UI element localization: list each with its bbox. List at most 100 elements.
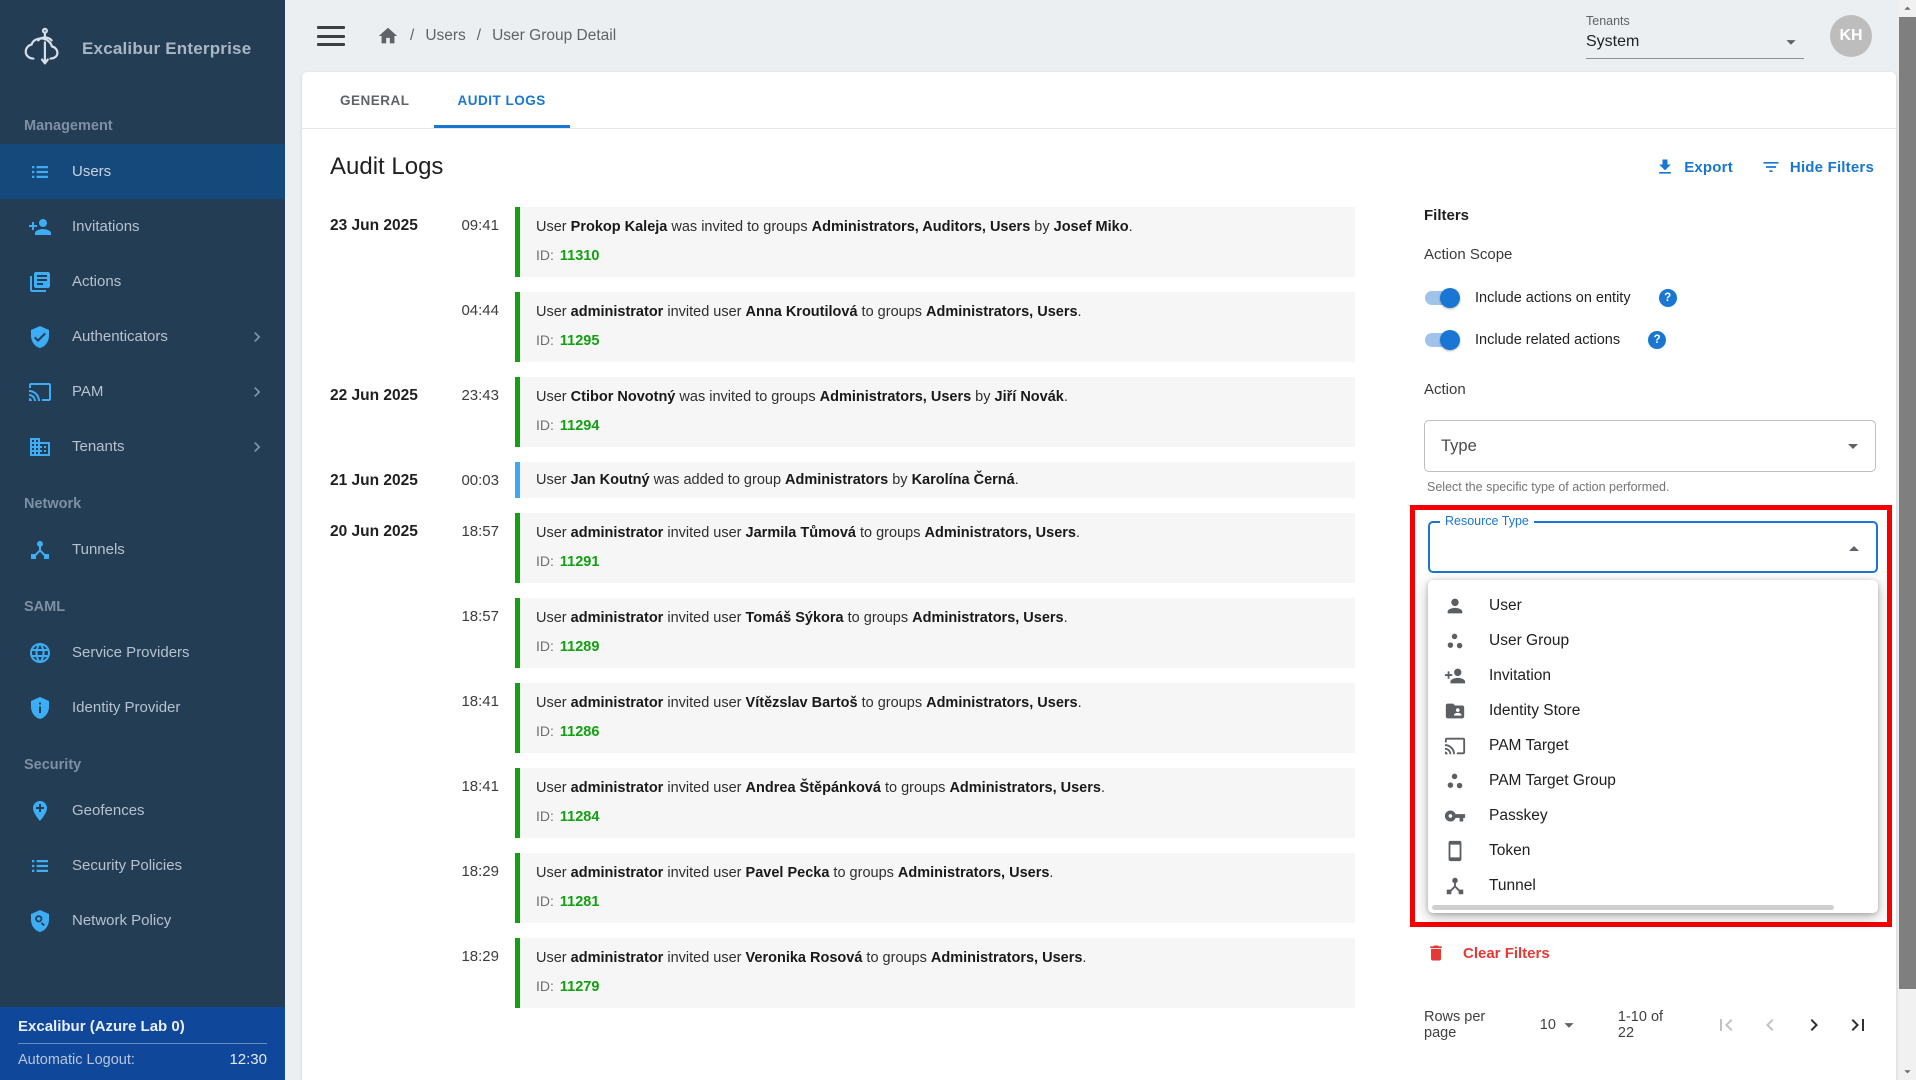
filter-icon bbox=[1761, 157, 1781, 177]
audit-log-entry-card[interactable]: User Ctibor Novotný was invited to group… bbox=[515, 377, 1355, 447]
sidebar-item-label: Tunnels bbox=[72, 541, 125, 558]
audit-log-row: 18:57 User administrator invited user Tom… bbox=[330, 598, 1355, 668]
entry-message: User Jan Koutný was added to group Admin… bbox=[536, 470, 1339, 490]
entry-time: 18:57 bbox=[455, 598, 499, 668]
sidebar-item-identity-provider[interactable]: Identity Provider bbox=[0, 680, 285, 735]
sidebar-item-users[interactable]: Users bbox=[0, 144, 285, 199]
audit-log-entry-card[interactable]: User administrator invited user Pavel Pe… bbox=[515, 853, 1355, 923]
toggle-switch[interactable] bbox=[1424, 330, 1460, 350]
annotation-highlight-box: Resource Type User User GroupInvitationId… bbox=[1410, 505, 1892, 927]
sidebar-item-tunnels[interactable]: Tunnels bbox=[0, 522, 285, 577]
download-icon bbox=[1655, 157, 1675, 177]
menu-item-label: User bbox=[1489, 597, 1522, 615]
sidebar-item-authenticators[interactable]: Authenticators bbox=[0, 309, 285, 364]
sidebar-item-service-providers[interactable]: Service Providers bbox=[0, 625, 285, 680]
hide-filters-button[interactable]: Hide Filters bbox=[1761, 157, 1874, 177]
entry-date bbox=[330, 292, 455, 362]
person-add-icon bbox=[28, 215, 52, 239]
question-icon[interactable]: ? bbox=[1648, 331, 1666, 349]
cloud-sword-logo-icon bbox=[20, 26, 66, 72]
cast-icon bbox=[28, 380, 52, 404]
toggle-group: Include actions on entity?Include relate… bbox=[1424, 285, 1876, 353]
entry-id: ID:11291 bbox=[536, 552, 1339, 572]
page-scrollbar[interactable] bbox=[1899, 0, 1916, 1080]
sidebar-item-actions[interactable]: Actions bbox=[0, 254, 285, 309]
toggle-switch[interactable] bbox=[1424, 288, 1460, 308]
breadcrumb-separator: / bbox=[477, 27, 481, 45]
audit-log-list: 23 Jun 202509:41User Prokop Kaleja was i… bbox=[330, 207, 1355, 1080]
audit-log-row: 23 Jun 202509:41User Prokop Kaleja was i… bbox=[330, 207, 1355, 277]
menu-item-passkey[interactable]: Passkey bbox=[1428, 798, 1878, 833]
chevron-down-icon bbox=[1780, 31, 1802, 53]
menu-toggle-button[interactable] bbox=[317, 26, 345, 46]
clear-filters-button[interactable]: Clear Filters bbox=[1424, 943, 1550, 963]
menu-item-pam-target[interactable]: PAM Target bbox=[1428, 728, 1878, 763]
scrollbar-up-arrow-icon[interactable] bbox=[1899, 0, 1916, 17]
scrollbar-down-arrow-icon[interactable] bbox=[1899, 1063, 1916, 1080]
person-add-icon bbox=[1444, 665, 1466, 687]
main-area: / Users / User Group Detail Tenants Syst… bbox=[285, 0, 1916, 1080]
audit-log-entry-card[interactable]: User administrator invited user Jarmila … bbox=[515, 513, 1355, 583]
toggle-row: Include actions on entity? bbox=[1424, 285, 1876, 311]
menu-item-pam-target-group[interactable]: PAM Target Group bbox=[1428, 763, 1878, 798]
sidebar-item-tenants[interactable]: Tenants bbox=[0, 419, 285, 474]
audit-log-entry-card[interactable]: User administrator invited user Vítězsla… bbox=[515, 683, 1355, 753]
question-icon[interactable]: ? bbox=[1659, 289, 1677, 307]
menu-item-label: Token bbox=[1489, 842, 1530, 860]
audit-log-entry-card[interactable]: User administrator invited user Anna Kro… bbox=[515, 292, 1355, 362]
entry-time: 18:29 bbox=[455, 853, 499, 923]
tenant-select[interactable]: Tenants System bbox=[1586, 14, 1804, 59]
sidebar-item-invitations[interactable]: Invitations bbox=[0, 199, 285, 254]
menu-item-user[interactable]: User bbox=[1428, 588, 1878, 623]
menu-item-tunnel[interactable]: Tunnel bbox=[1428, 868, 1878, 903]
action-type-select[interactable]: Type bbox=[1424, 420, 1876, 472]
scrollbar-thumb[interactable] bbox=[1899, 17, 1916, 989]
menu-item-identity-store[interactable]: Identity Store bbox=[1428, 693, 1878, 728]
entry-date: 20 Jun 2025 bbox=[330, 513, 455, 583]
sidebar-item-pam[interactable]: PAM bbox=[0, 364, 285, 419]
menu-horizontal-scrollbar[interactable] bbox=[1432, 905, 1834, 910]
library-books-icon bbox=[28, 270, 52, 294]
sidebar-item-security-policies[interactable]: Security Policies bbox=[0, 838, 285, 893]
chevron-left-icon bbox=[1758, 1013, 1782, 1037]
tab-general[interactable]: GENERAL bbox=[316, 72, 434, 128]
content-card: GENERALAUDIT LOGS Audit Logs Export Hide… bbox=[302, 72, 1896, 1080]
sidebar: Excalibur Enterprise ManagementUsersInvi… bbox=[0, 0, 285, 1080]
audit-log-entry-card[interactable]: User Prokop Kaleja was invited to groups… bbox=[515, 207, 1355, 277]
home-icon[interactable] bbox=[377, 25, 399, 47]
audit-log-entry-card[interactable]: User Jan Koutný was added to group Admin… bbox=[515, 462, 1355, 498]
sidebar-item-geofences[interactable]: Geofences bbox=[0, 783, 285, 838]
tab-audit-logs[interactable]: AUDIT LOGS bbox=[434, 72, 570, 128]
chevron-right-icon bbox=[1802, 1013, 1826, 1037]
first-page-button[interactable] bbox=[1708, 1007, 1744, 1043]
next-page-button[interactable] bbox=[1796, 1007, 1832, 1043]
audit-log-entry-card[interactable]: User administrator invited user Andrea Š… bbox=[515, 768, 1355, 838]
breadcrumb-link-users[interactable]: Users bbox=[425, 27, 465, 45]
type-helper-text: Select the specific type of action perfo… bbox=[1424, 479, 1876, 496]
menu-item-user-group[interactable]: User Group bbox=[1428, 623, 1878, 658]
resource-type-input[interactable]: Resource Type bbox=[1428, 521, 1878, 573]
audit-log-entry-card[interactable]: User administrator invited user Veronika… bbox=[515, 938, 1355, 1008]
previous-page-button[interactable] bbox=[1752, 1007, 1788, 1043]
entry-time: 04:44 bbox=[455, 292, 499, 362]
add-location-icon bbox=[28, 799, 52, 823]
audit-log-row: 18:29 User administrator invited user Pav… bbox=[330, 853, 1355, 923]
sidebar-item-label: Invitations bbox=[72, 218, 140, 235]
menu-item-token[interactable]: Token bbox=[1428, 833, 1878, 868]
sidebar-item-network-policy[interactable]: Network Policy bbox=[0, 893, 285, 948]
rows-per-page-select[interactable]: 10 bbox=[1540, 1014, 1580, 1036]
entry-date bbox=[330, 853, 455, 923]
entry-time: 18:41 bbox=[455, 768, 499, 838]
export-button[interactable]: Export bbox=[1655, 157, 1733, 177]
audit-log-row: 22 Jun 202523:43User Ctibor Novotný was … bbox=[330, 377, 1355, 447]
last-page-icon bbox=[1846, 1013, 1870, 1037]
chevron-up-icon[interactable] bbox=[1842, 537, 1866, 561]
audit-log-entry-card[interactable]: User administrator invited user Tomáš Sý… bbox=[515, 598, 1355, 668]
sidebar-item-label: Network Policy bbox=[72, 912, 171, 929]
user-avatar[interactable]: KH bbox=[1830, 15, 1872, 57]
entry-message: User administrator invited user Jarmila … bbox=[536, 523, 1339, 543]
last-page-button[interactable] bbox=[1840, 1007, 1876, 1043]
entry-id: ID:11281 bbox=[536, 892, 1339, 912]
first-page-icon bbox=[1714, 1013, 1738, 1037]
menu-item-invitation[interactable]: Invitation bbox=[1428, 658, 1878, 693]
